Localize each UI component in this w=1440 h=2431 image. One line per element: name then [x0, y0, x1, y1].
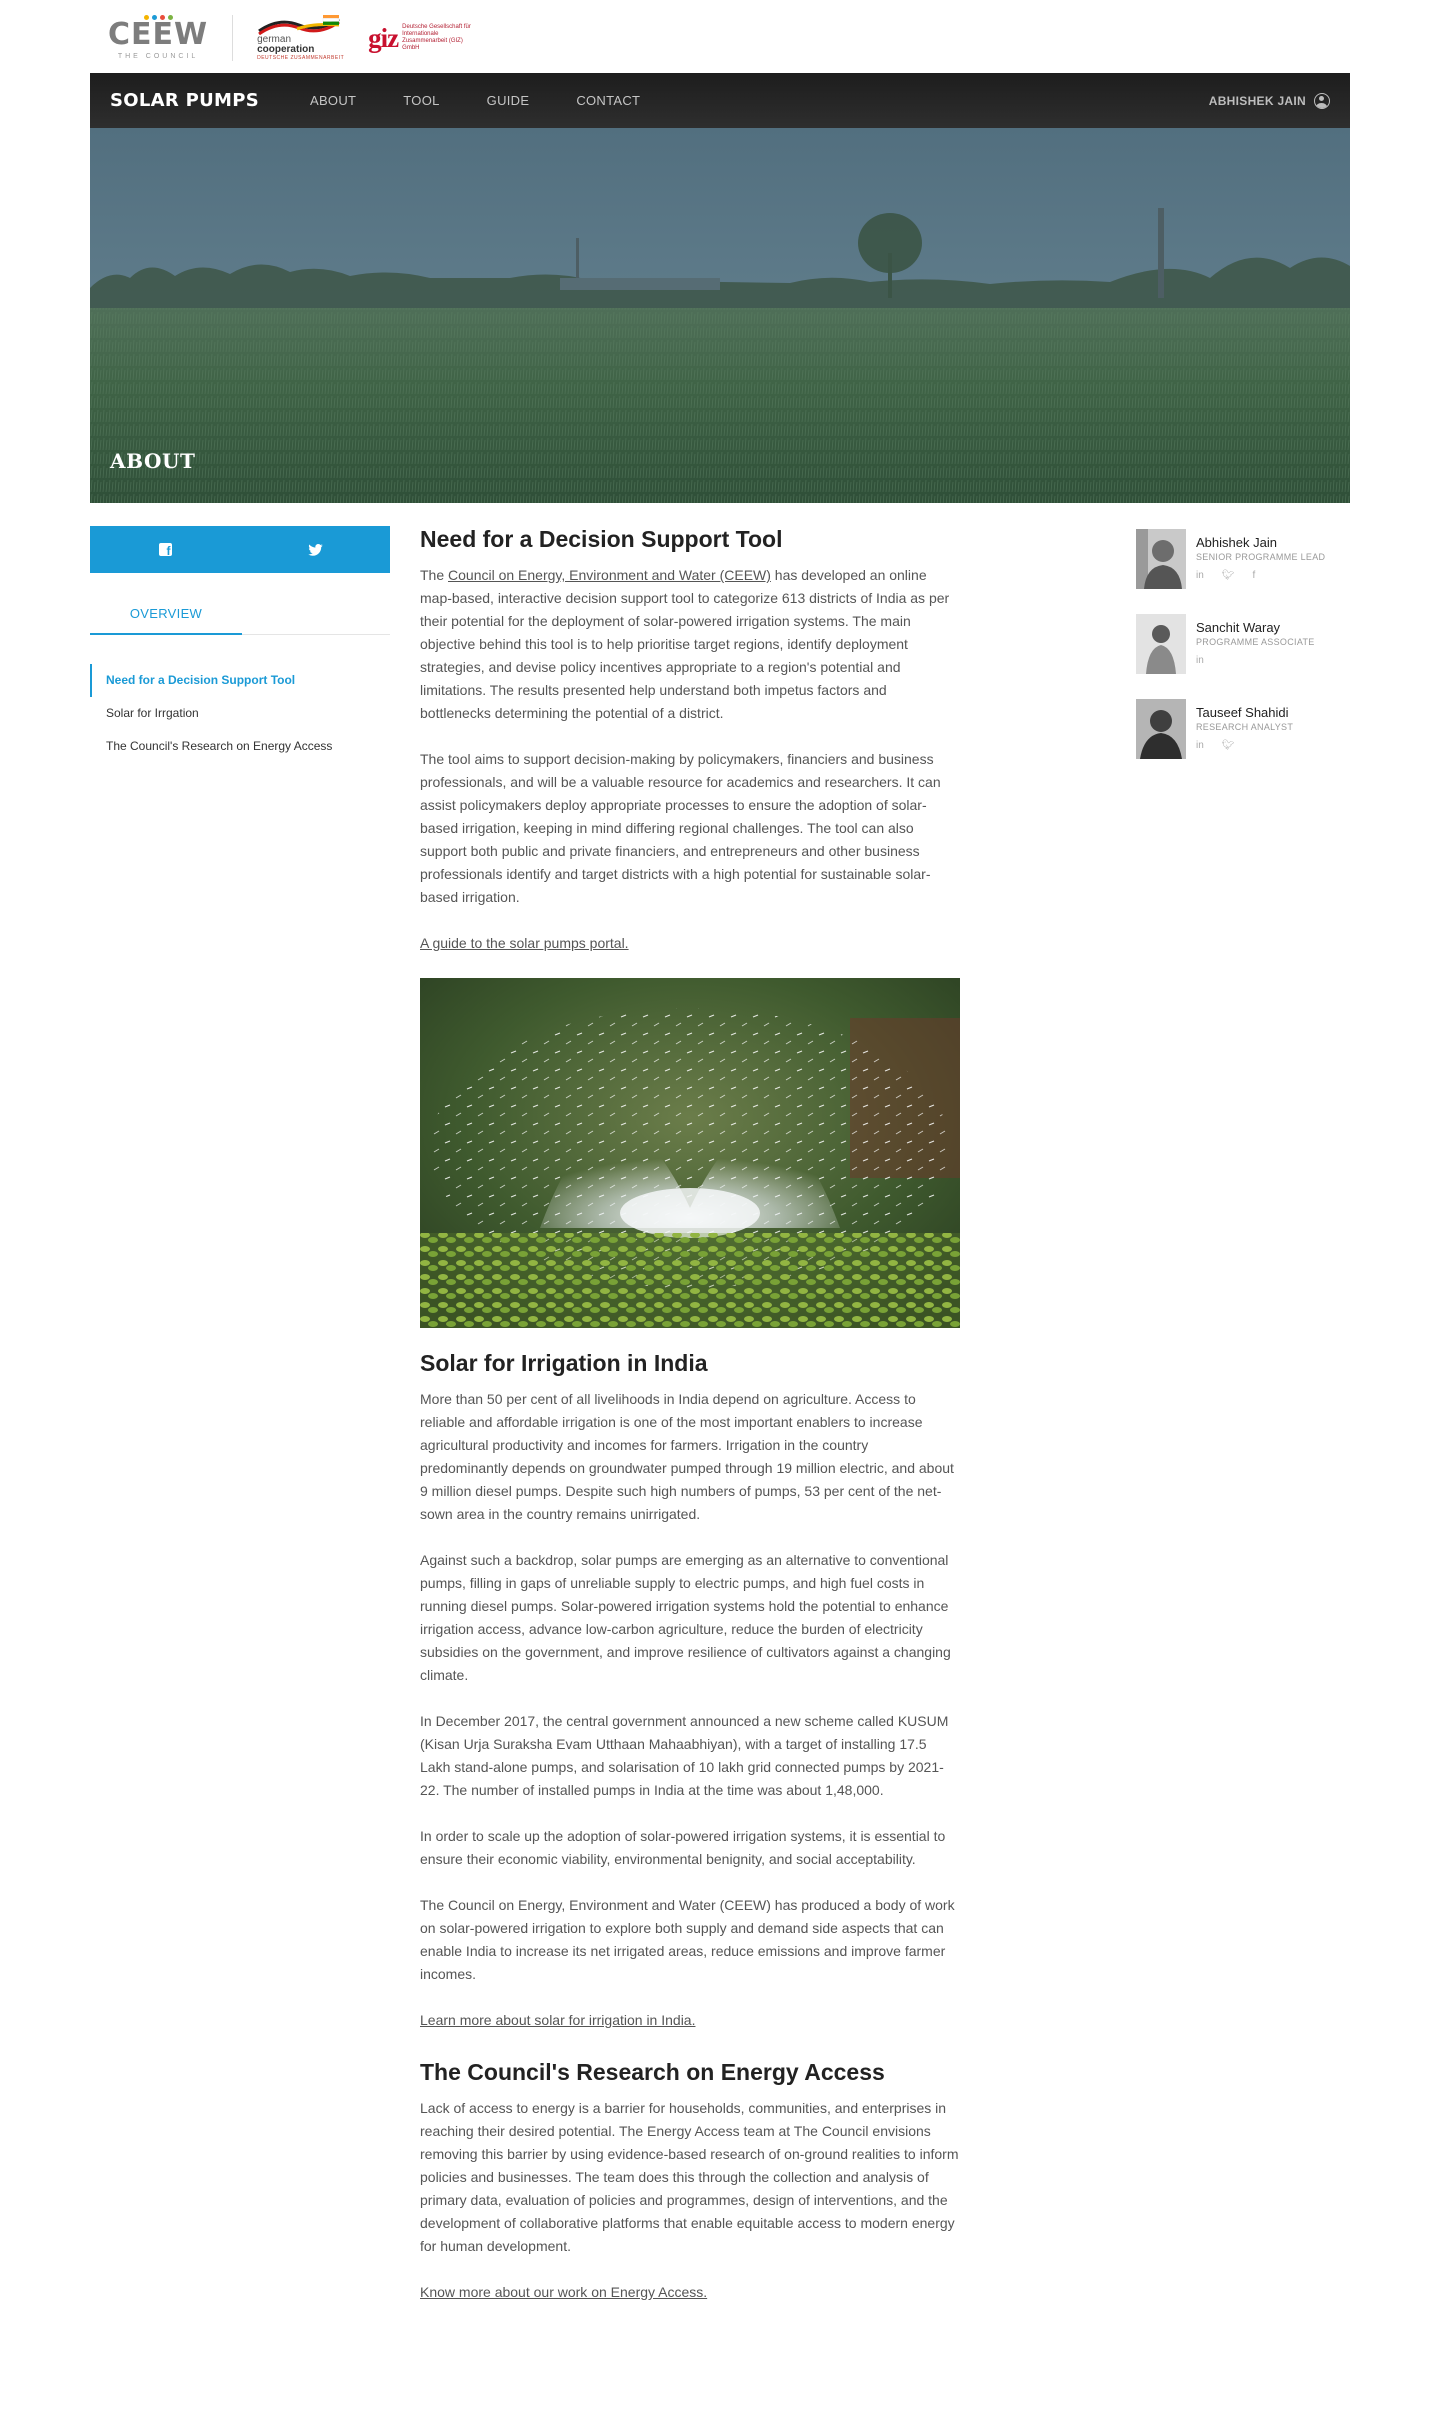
brand-title[interactable]: SOLAR PUMPS — [110, 90, 259, 111]
nav-tool[interactable]: TOOL — [382, 93, 465, 108]
nav-contact[interactable]: CONTACT — [555, 93, 666, 108]
section-heading-decision-support: Need for a Decision Support Tool — [420, 526, 783, 552]
ceew-logo-subtitle: THE COUNCIL — [117, 52, 199, 60]
giz-logo: giz Deutsche Gesellschaft für Internatio… — [368, 23, 472, 54]
user-name: ABHISHEK JAIN — [1208, 93, 1306, 108]
member-socials: in 🐦︎ — [1196, 740, 1293, 751]
ceew-link[interactable]: Council on Energy, Environment and Water… — [448, 567, 771, 583]
solar-irrigation-link[interactable]: Learn more about solar for irrigation in… — [420, 2012, 695, 2028]
facebook-icon — [158, 543, 172, 558]
user-icon — [1314, 92, 1330, 109]
twitter-icon — [307, 543, 323, 556]
member-role: SENIOR PROGRAMME LEAD — [1196, 552, 1326, 562]
german-cooperation-logo: german cooperation DEUTSCHE ZUSAMMENARBE… — [257, 14, 345, 61]
team-list: Abhishek Jain SENIOR PROGRAMME LEAD in 🐦… — [1136, 529, 1336, 784]
main-nav: ABOUT TOOL GUIDE CONTACT — [289, 93, 666, 108]
giz-mark: giz — [368, 22, 399, 53]
section-link-paragraph: A guide to the solar pumps portal. — [420, 932, 960, 955]
section-heading-solar-irrigation: Solar for Irrigation in India — [420, 1350, 708, 1376]
share-twitter-button[interactable] — [240, 526, 390, 573]
linkedin-icon[interactable]: in — [1196, 740, 1204, 751]
top-navbar: SOLAR PUMPS ABOUT TOOL GUIDE CONTACT ABH… — [90, 73, 1350, 128]
german-cooperation-swoosh — [258, 14, 340, 35]
table-of-contents: Need for a Decision Support Tool Solar f… — [90, 664, 390, 763]
tab-overview[interactable]: OVERVIEW — [90, 598, 242, 635]
german-cooperation-small: DEUTSCHE ZUSAMMENARBEIT — [257, 54, 345, 61]
toc-item-solar-irrigation[interactable]: Solar for Irrgation — [90, 697, 390, 730]
linkedin-icon[interactable]: in — [1196, 655, 1204, 666]
sidebar-tabs: OVERVIEW — [90, 598, 390, 635]
guide-link[interactable]: A guide to the solar pumps portal. — [420, 935, 629, 951]
section-paragraph: More than 50 per cent of all livelihoods… — [420, 1391, 954, 1522]
member-name[interactable]: Abhishek Jain — [1196, 535, 1325, 551]
toc-item-energy-access[interactable]: The Council's Research on Energy Access — [90, 730, 390, 763]
section-paragraph: In order to scale up the adoption of sol… — [420, 1828, 946, 1867]
facebook-icon[interactable]: f — [1253, 570, 1256, 581]
linkedin-icon[interactable]: in — [1196, 570, 1204, 581]
team-member: Sanchit Waray PROGRAMME ASSOCIATE in — [1136, 614, 1336, 699]
toc-item-decision-support[interactable]: Need for a Decision Support Tool — [90, 664, 390, 697]
share-bar — [90, 526, 390, 573]
avatar — [1136, 529, 1186, 589]
ceew-logo[interactable]: CEEW THE COUNCIL — [108, 14, 209, 60]
ceew-logo-word: CEEW — [108, 16, 209, 52]
nav-about[interactable]: ABOUT — [289, 93, 382, 108]
member-info: Sanchit Waray PROGRAMME ASSOCIATE in — [1196, 620, 1315, 699]
section-paragraph: In December 2017, the central government… — [420, 1713, 949, 1798]
section-link-paragraph: Learn more about solar for irrigation in… — [420, 2009, 960, 2032]
energy-access-link[interactable]: Know more about our work on Energy Acces… — [420, 2284, 707, 2300]
section-link-paragraph: Know more about our work on Energy Acces… — [420, 2281, 960, 2304]
hero-banner: SOLAR PUMPS ABOUT TOOL GUIDE CONTACT ABH… — [90, 73, 1350, 503]
member-role: RESEARCH ANALYST — [1196, 722, 1294, 732]
member-info: Abhishek Jain SENIOR PROGRAMME LEAD in 🐦… — [1196, 535, 1325, 614]
share-facebook-button[interactable] — [90, 526, 240, 573]
twitter-icon[interactable]: 🐦︎ — [1222, 570, 1235, 581]
member-info: Tauseef Shahidi RESEARCH ANALYST in 🐦︎ — [1196, 705, 1293, 784]
section-paragraph: Against such a backdrop, solar pumps are… — [420, 1552, 951, 1683]
avatar — [1136, 699, 1186, 759]
member-socials: in — [1196, 655, 1315, 666]
logo-divider — [232, 15, 234, 61]
field-landscape-image — [90, 128, 1350, 503]
giz-fulltext: Deutsche Gesellschaft für Internationale… — [402, 24, 471, 51]
twitter-icon[interactable]: 🐦︎ — [1222, 740, 1235, 751]
member-name[interactable]: Sanchit Waray — [1196, 620, 1315, 636]
partner-logos: CEEW THE COUNCIL german cooperation DEUT… — [108, 12, 472, 64]
avatar — [1136, 614, 1186, 674]
hero-title: ABOUT — [110, 449, 196, 473]
main-content: Need for a Decision Support Tool The Cou… — [420, 522, 960, 2327]
nav-guide[interactable]: GUIDE — [466, 93, 556, 108]
section-paragraph: Lack of access to energy is a barrier fo… — [420, 2100, 959, 2254]
section-paragraph: The tool aims to support decision-making… — [420, 751, 941, 905]
team-member: Tauseef Shahidi RESEARCH ANALYST in 🐦︎ — [1136, 699, 1336, 784]
member-name[interactable]: Tauseef Shahidi — [1196, 705, 1293, 721]
team-member: Abhishek Jain SENIOR PROGRAMME LEAD in 🐦… — [1136, 529, 1336, 614]
section-paragraph: The Council on Energy, Environment and W… — [420, 1897, 955, 1982]
member-socials: in 🐦︎ f — [1196, 570, 1325, 581]
section-paragraph: The Council on Energy, Environment and W… — [420, 567, 950, 721]
member-role: PROGRAMME ASSOCIATE — [1196, 637, 1315, 647]
user-menu[interactable]: ABHISHEK JAIN — [1208, 92, 1330, 109]
sprinkler-image — [420, 978, 960, 1328]
section-heading-energy-access: The Council's Research on Energy Access — [420, 2059, 885, 2085]
